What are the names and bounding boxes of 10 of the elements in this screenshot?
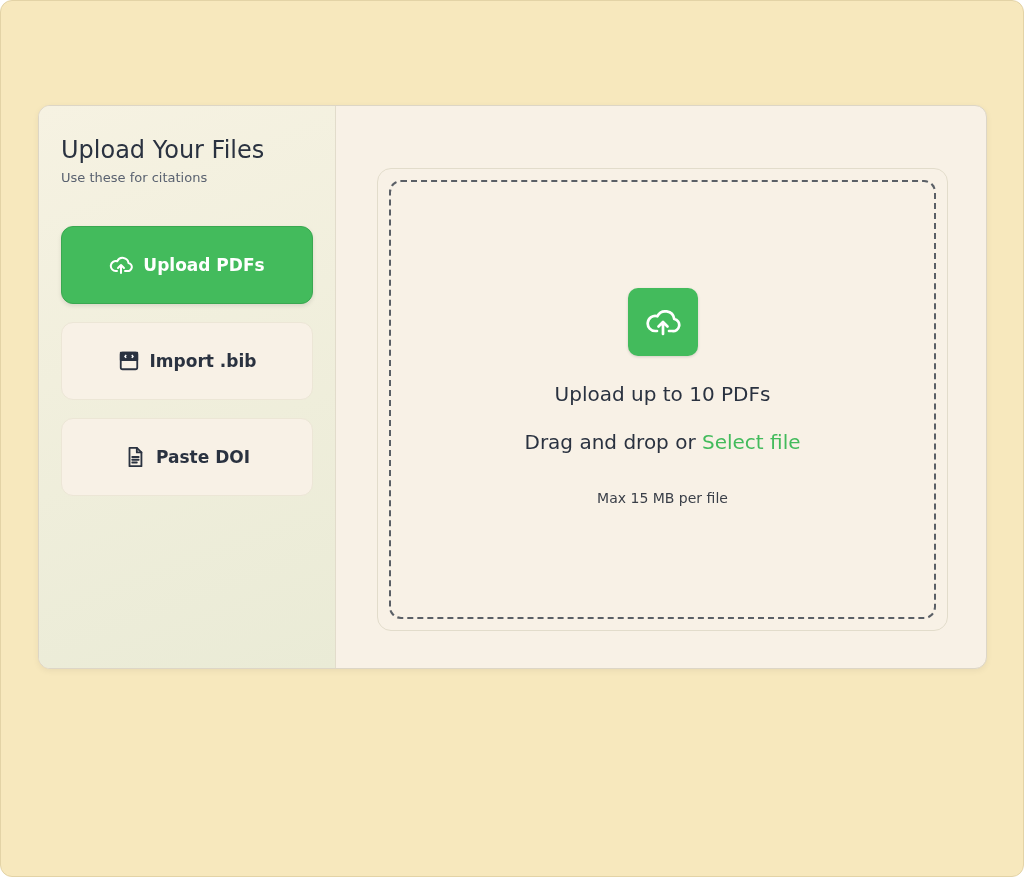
- sidebar-title: Upload Your Files: [61, 136, 265, 164]
- drop-zone[interactable]: Upload up to 10 PDFs Drag and drop or Select file Max 15 MB per file: [377, 168, 948, 631]
- code-file-icon: [117, 350, 140, 372]
- upload-tile-icon: [627, 287, 698, 356]
- upload-heading: Upload up to 10 PDFs: [554, 381, 771, 406]
- file-size-note: Max 15 MB per file: [597, 489, 728, 506]
- option-button[interactable]: Import .bib: [61, 322, 313, 400]
- drag-drop-text: Drag and drop or Select file: [524, 429, 801, 454]
- sidebar-subtitle: Use these for citations: [61, 170, 208, 185]
- option-button[interactable]: Paste DOI: [61, 418, 313, 496]
